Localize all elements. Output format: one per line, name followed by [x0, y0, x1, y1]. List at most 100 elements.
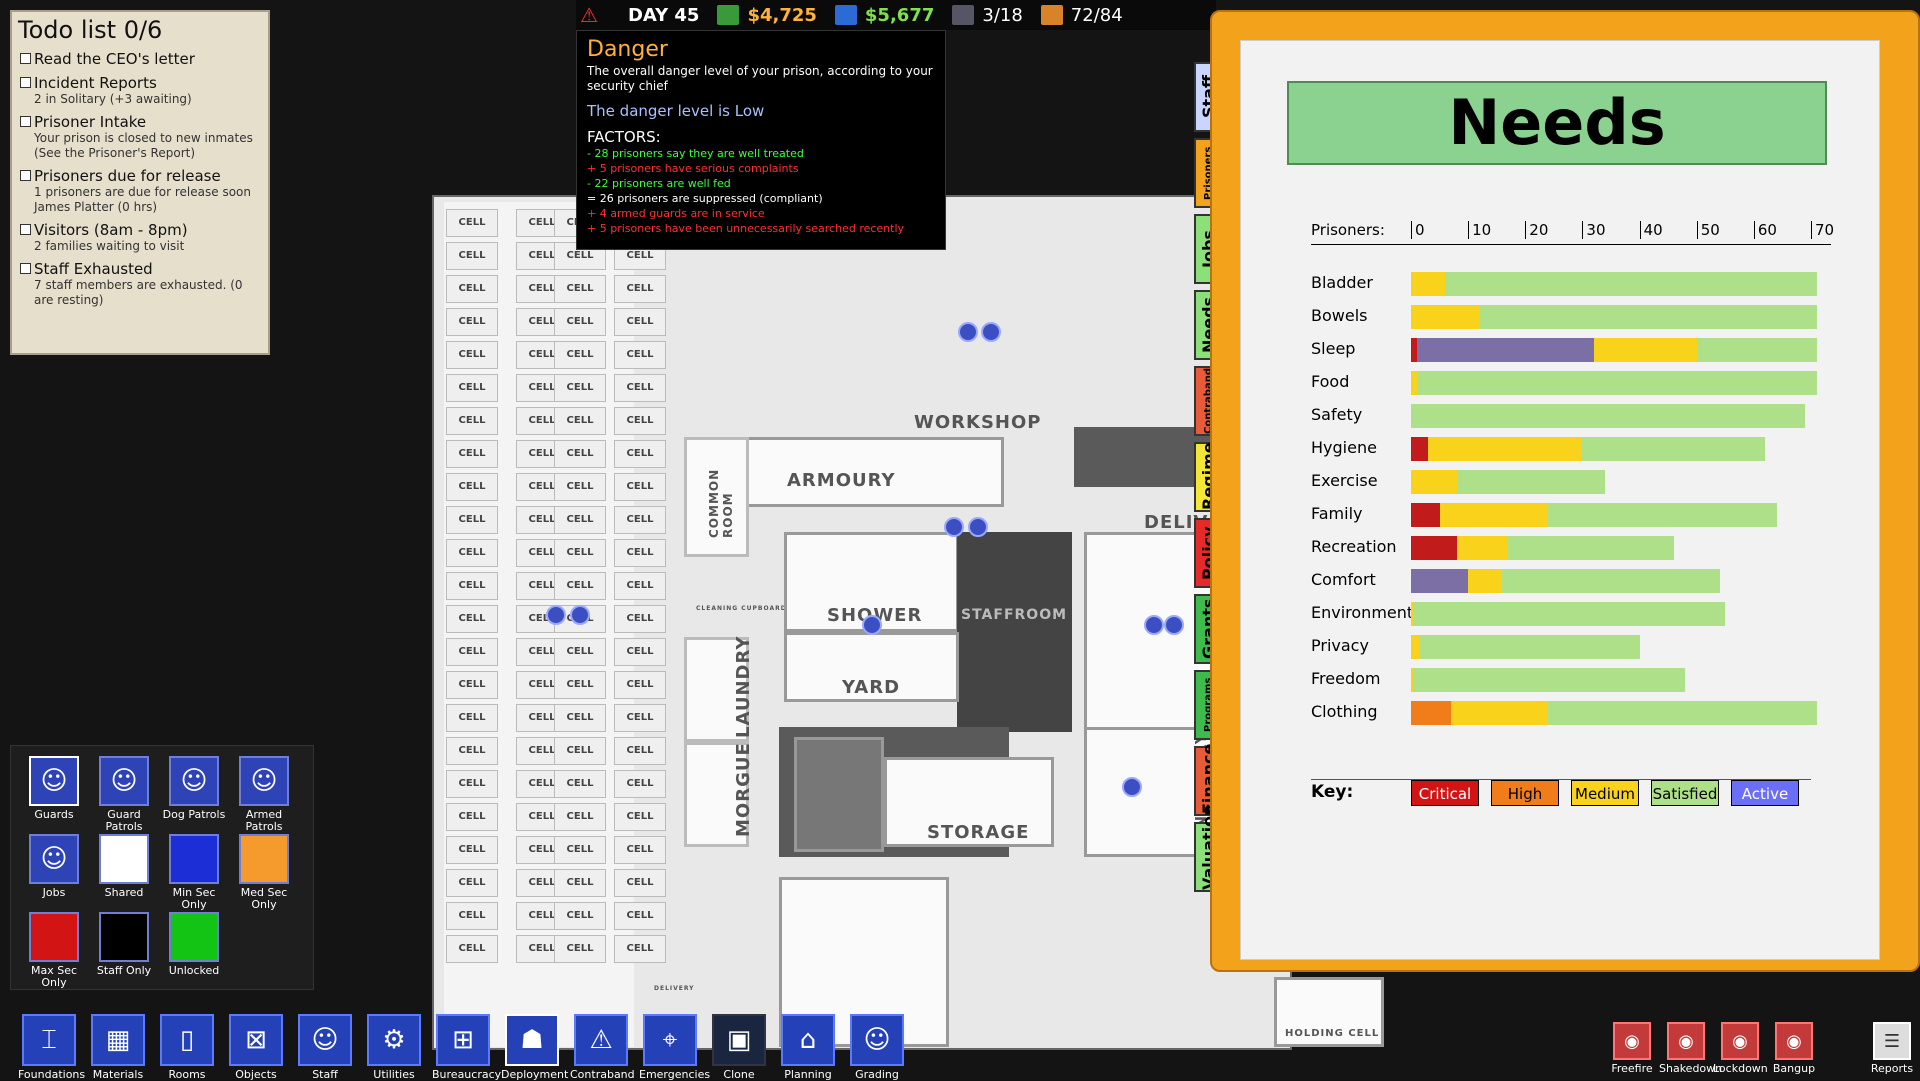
emergency-button[interactable]: ◉ Bangup: [1767, 1022, 1821, 1075]
toolbar-button[interactable]: ▯ Rooms: [156, 1014, 218, 1081]
cell[interactable]: CELL: [614, 506, 666, 534]
toolbar-button[interactable]: ☗ Deployment: [501, 1014, 568, 1081]
cell[interactable]: CELL: [554, 770, 606, 798]
todo-item[interactable]: Prisoners due for release 1 prisoners are…: [18, 167, 262, 215]
palette-item[interactable]: ☺ Guard Patrols: [91, 756, 157, 833]
need-row[interactable]: Safety: [1311, 401, 1851, 429]
toolbar-button[interactable]: ⚙ Utilities: [363, 1014, 425, 1081]
guard-unit[interactable]: [1164, 615, 1184, 635]
cell[interactable]: CELL: [614, 572, 666, 600]
cell[interactable]: CELL: [446, 374, 498, 402]
palette-item[interactable]: Unlocked: [161, 912, 227, 977]
cell[interactable]: CELL: [554, 539, 606, 567]
palette-item[interactable]: ☺ Guards: [21, 756, 87, 821]
toolbar-button[interactable]: ▦ Materials: [87, 1014, 149, 1081]
need-row[interactable]: Family: [1311, 500, 1851, 528]
cell[interactable]: CELL: [446, 341, 498, 369]
cell[interactable]: CELL: [614, 473, 666, 501]
prison-map[interactable]: CELL CELL CELL CELL CELL CELL CELL CELL CELL CELL…: [432, 195, 1384, 1050]
cell[interactable]: CELL: [554, 869, 606, 897]
guard-unit[interactable]: [968, 517, 988, 537]
cell[interactable]: CELL: [614, 737, 666, 765]
toolbar-button[interactable]: ☺ Grading: [846, 1014, 908, 1081]
emergency-button[interactable]: ◉ Lockdown: [1713, 1022, 1768, 1075]
cell[interactable]: CELL: [554, 275, 606, 303]
todo-checkbox[interactable]: [20, 224, 31, 235]
cell[interactable]: CELL: [614, 341, 666, 369]
cell[interactable]: CELL: [614, 440, 666, 468]
cell[interactable]: CELL: [554, 506, 606, 534]
toolbar-button[interactable]: ⌖ Emergencies: [639, 1014, 710, 1081]
danger-icon[interactable]: ⚠: [580, 3, 598, 27]
todo-checkbox[interactable]: [20, 116, 31, 127]
todo-item[interactable]: Incident Reports 2 in Solitary (+3 awaiti…: [18, 74, 262, 107]
storage-room[interactable]: STORAGE: [884, 757, 1054, 847]
palette-item[interactable]: Max Sec Only: [21, 912, 87, 989]
yard-area[interactable]: YARD: [784, 632, 959, 702]
cell[interactable]: CELL: [554, 836, 606, 864]
morgue-room[interactable]: MORGUE: [684, 742, 754, 847]
need-row[interactable]: Exercise: [1311, 467, 1851, 495]
todo-checkbox[interactable]: [20, 77, 31, 88]
cell[interactable]: CELL: [446, 803, 498, 831]
cell[interactable]: CELL: [446, 407, 498, 435]
cell[interactable]: CELL: [446, 638, 498, 666]
cell[interactable]: CELL: [614, 605, 666, 633]
palette-item[interactable]: Shared: [91, 834, 157, 899]
common-room[interactable]: COMMON ROOM: [684, 437, 749, 557]
cell[interactable]: CELL: [446, 308, 498, 336]
cell[interactable]: CELL: [446, 935, 498, 963]
guard-unit[interactable]: [1144, 615, 1164, 635]
holding-cell-room[interactable]: HOLDING CELL: [1274, 977, 1384, 1047]
need-row[interactable]: Freedom: [1311, 665, 1851, 693]
cash-value[interactable]: $4,725: [747, 5, 816, 26]
laundry-room[interactable]: LAUNDRY: [684, 636, 754, 742]
need-row[interactable]: Bladder: [1311, 269, 1851, 297]
guard-unit[interactable]: [944, 517, 964, 537]
cell[interactable]: CELL: [614, 275, 666, 303]
balance-value[interactable]: $5,677: [865, 5, 934, 26]
cell[interactable]: CELL: [614, 407, 666, 435]
guard-unit[interactable]: [570, 605, 590, 625]
cell[interactable]: CELL: [446, 275, 498, 303]
cell[interactable]: CELL: [554, 473, 606, 501]
cell[interactable]: CELL: [614, 638, 666, 666]
staffroom-room[interactable]: STAFFROOM: [957, 532, 1072, 732]
cell[interactable]: CELL: [446, 737, 498, 765]
cell[interactable]: CELL: [554, 440, 606, 468]
palette-item[interactable]: Min Sec Only: [161, 834, 227, 911]
toolbar-button[interactable]: ⌂ Planning: [777, 1014, 839, 1081]
need-row[interactable]: Recreation: [1311, 533, 1851, 561]
todo-list[interactable]: Todo list 0/6 Read the CEO's letter Incid…: [10, 10, 270, 355]
cell[interactable]: CELL: [554, 572, 606, 600]
need-row[interactable]: Environment: [1311, 599, 1851, 627]
todo-item[interactable]: Prisoner Intake Your prison is closed to …: [18, 113, 262, 161]
toolbar-button[interactable]: ⊞ Bureaucracy: [432, 1014, 501, 1081]
cell[interactable]: CELL: [446, 572, 498, 600]
cell[interactable]: CELL: [446, 671, 498, 699]
cell[interactable]: CELL: [614, 704, 666, 732]
cell[interactable]: CELL: [446, 209, 498, 237]
cell[interactable]: CELL: [554, 308, 606, 336]
cell[interactable]: CELL: [446, 836, 498, 864]
palette-item[interactable]: ☺ Jobs: [21, 834, 87, 899]
palette-item[interactable]: Staff Only: [91, 912, 157, 977]
cell[interactable]: CELL: [614, 935, 666, 963]
generator-room[interactable]: [794, 737, 884, 852]
palette-item[interactable]: ☺ Dog Patrols: [161, 756, 227, 821]
need-row[interactable]: Clothing: [1311, 698, 1851, 726]
cell[interactable]: CELL: [554, 737, 606, 765]
cell[interactable]: CELL: [446, 902, 498, 930]
palette-item[interactable]: Med Sec Only: [231, 834, 297, 911]
cell[interactable]: CELL: [614, 770, 666, 798]
cell[interactable]: CELL: [554, 341, 606, 369]
cell[interactable]: CELL: [554, 902, 606, 930]
emergency-button[interactable]: ◉ Shakedown: [1659, 1022, 1722, 1075]
need-row[interactable]: Privacy: [1311, 632, 1851, 660]
cell[interactable]: CELL: [446, 506, 498, 534]
cell[interactable]: CELL: [446, 539, 498, 567]
todo-item[interactable]: Staff Exhausted 7 staff members are exhau…: [18, 260, 262, 308]
toolbar-button[interactable]: ☺ Staff: [294, 1014, 356, 1081]
prisoner-count[interactable]: 72/84: [1071, 5, 1123, 26]
need-row[interactable]: Hygiene: [1311, 434, 1851, 462]
